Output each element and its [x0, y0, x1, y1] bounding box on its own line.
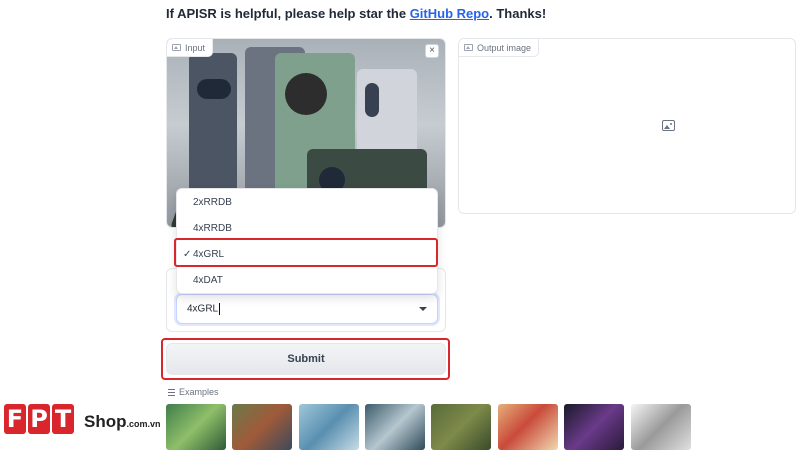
input-label-tag: Input	[167, 39, 214, 57]
model-select-value-wrap: 4xGRL	[187, 303, 221, 315]
example-thumbnail[interactable]	[299, 404, 359, 450]
repo-message: If APISR is helpful, please help star th…	[166, 6, 546, 21]
option-label: 2xRRDB	[193, 196, 232, 208]
input-label: Input	[185, 42, 206, 53]
text-cursor	[219, 303, 221, 315]
model-dropdown-list: 2xRRDB 4xRRDB ✓ 4xGRL 4xDAT	[176, 188, 438, 294]
model-option-4xdat[interactable]: 4xDAT	[177, 267, 437, 293]
repo-message-prefix: If APISR is helpful, please help star th…	[166, 6, 410, 21]
logo-letter-f: F	[4, 404, 26, 434]
example-thumbnail[interactable]	[166, 404, 226, 450]
examples-label: Examples	[179, 387, 219, 397]
logo-domain-text: .com.vn	[126, 419, 161, 429]
option-label: 4xGRL	[193, 248, 225, 260]
clear-image-button[interactable]: ×	[425, 44, 439, 58]
logo-shop-text: Shop	[84, 412, 127, 431]
output-label: Output image	[477, 42, 532, 53]
option-label: 4xDAT	[193, 274, 223, 286]
image-placeholder-icon	[662, 120, 675, 131]
check-icon: ✓	[183, 248, 192, 260]
example-thumbnail[interactable]	[564, 404, 624, 450]
image-icon	[172, 44, 181, 51]
repo-message-suffix: . Thanks!	[489, 6, 547, 21]
example-thumbnail[interactable]	[365, 404, 425, 450]
output-image-panel: Output image	[458, 38, 796, 214]
image-icon	[464, 44, 473, 51]
model-option-2xrrdb[interactable]: 2xRRDB	[177, 189, 437, 215]
model-option-4xgrl[interactable]: ✓ 4xGRL	[177, 241, 437, 267]
fpt-shop-logo: F P T Shop .com.vn	[4, 404, 161, 434]
submit-button[interactable]: Submit	[166, 343, 446, 375]
github-repo-link[interactable]: GitHub Repo	[410, 6, 489, 21]
list-icon	[168, 388, 175, 396]
option-label: 4xRRDB	[193, 222, 232, 234]
example-thumbnail[interactable]	[431, 404, 491, 450]
example-thumbnail[interactable]	[232, 404, 292, 450]
model-select-value: 4xGRL	[187, 303, 219, 315]
logo-letter-p: P	[28, 404, 50, 434]
model-select[interactable]: 4xGRL	[176, 294, 438, 324]
example-thumbnail[interactable]	[498, 404, 558, 450]
logo-letter-t: T	[52, 404, 74, 434]
chevron-down-icon[interactable]	[419, 307, 427, 311]
example-thumbnail[interactable]	[631, 404, 691, 450]
examples-heading: Examples	[168, 387, 219, 397]
model-option-4xrrdb[interactable]: 4xRRDB	[177, 215, 437, 241]
output-label-tag: Output image	[459, 39, 540, 57]
